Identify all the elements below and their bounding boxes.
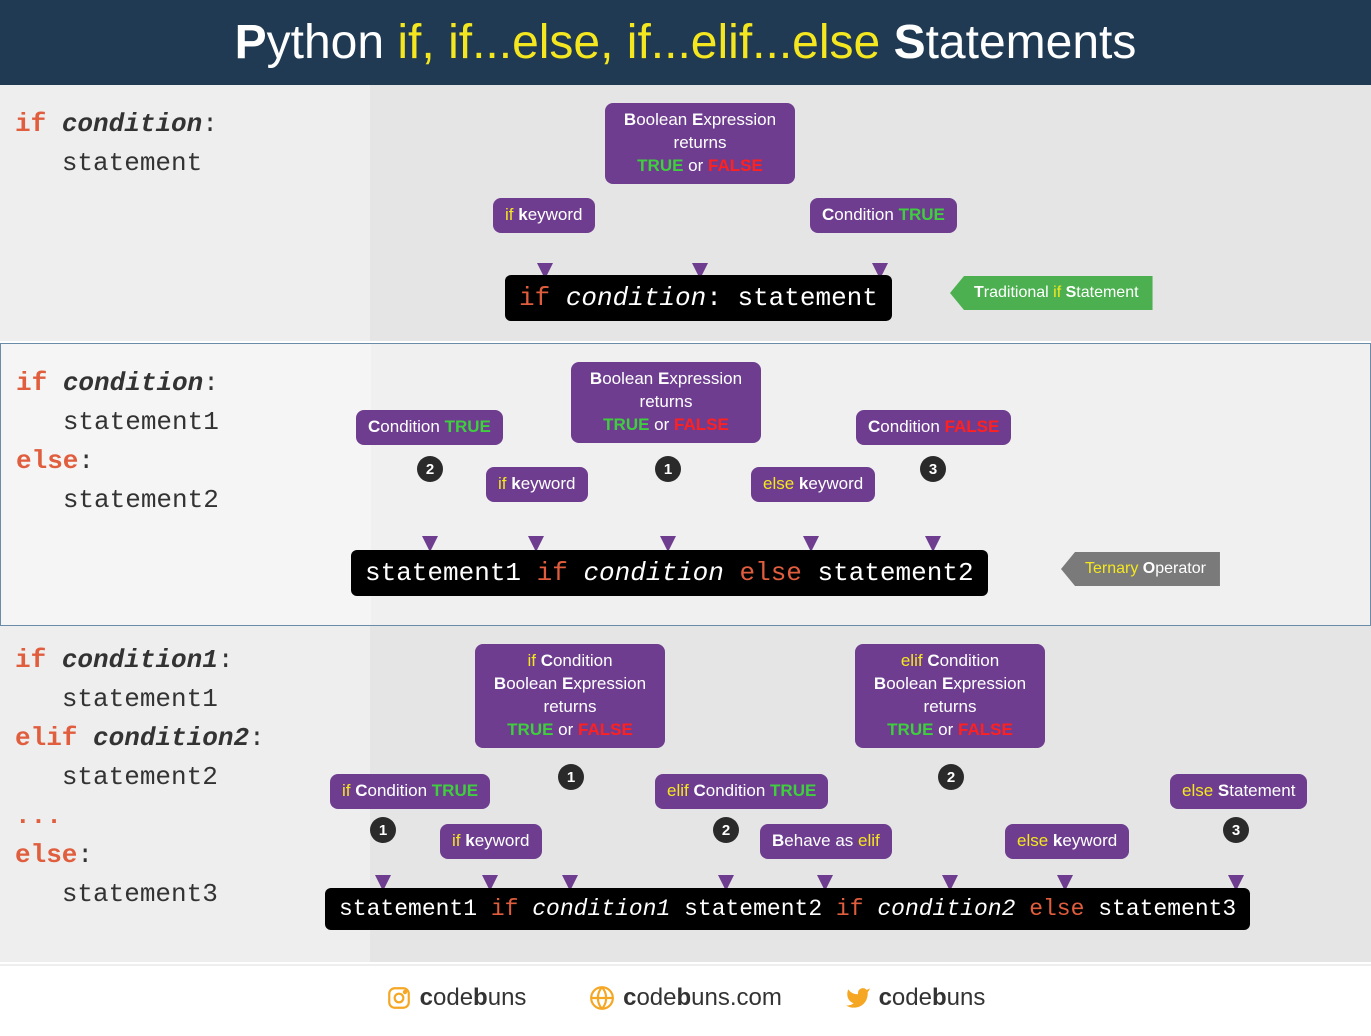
arrow-icon <box>690 181 710 279</box>
arrow-icon <box>560 790 580 891</box>
arrow-icon <box>1055 856 1075 891</box>
section-if-elif-else: if condition1: statement1 elif condition… <box>0 626 1371 964</box>
arrow-icon <box>420 482 440 552</box>
tag-ternary: Ternary Operator <box>1061 552 1220 586</box>
arrow-icon <box>526 500 546 552</box>
box-condition-true: Condition TRUE <box>810 198 957 233</box>
box-condition-false: Condition FALSE <box>856 410 1011 445</box>
footer: codebuns codebuns.com codebuns <box>0 964 1371 1036</box>
tag-traditional: Traditional if Statement <box>950 276 1153 310</box>
twitter-icon <box>845 985 871 1011</box>
arrow-icon <box>1226 843 1246 891</box>
box-else-stmt: else Statement <box>1170 774 1307 809</box>
num-badge: 2 <box>713 817 739 843</box>
box-if-keyword: if keyword <box>440 824 542 859</box>
box-else-keyword: else keyword <box>1005 824 1129 859</box>
arrow-icon <box>815 856 835 891</box>
arrow-icon <box>940 790 960 891</box>
box-if-keyword: if keyword <box>486 467 588 502</box>
num-badge: 1 <box>558 764 584 790</box>
box-bool-expr: Boolean Expression returns TRUE or FALSE <box>571 362 761 443</box>
box-elif-cond-true: elif Condition TRUE <box>655 774 828 809</box>
codebar-if-elif-else: statement1 if condition1 statement2 if c… <box>325 888 1250 930</box>
box-if-keyword: if keyword <box>493 198 595 233</box>
num-badge: 3 <box>1223 817 1249 843</box>
section-if: if condition: statement Boolean Expressi… <box>0 85 1371 343</box>
website-link[interactable]: codebuns.com <box>589 984 782 1012</box>
box-condition-true: Condition TRUE <box>356 410 503 445</box>
num-badge: 2 <box>938 764 964 790</box>
page-title: Python if, if...else, if...elif...else S… <box>0 0 1371 85</box>
num-badge: 1 <box>370 817 396 843</box>
code-if: if condition: statement <box>0 85 370 341</box>
arrow-icon <box>716 843 736 891</box>
box-else-keyword: else keyword <box>751 467 875 502</box>
arrow-icon <box>480 856 500 891</box>
globe-icon <box>589 985 615 1011</box>
instagram-icon <box>386 985 412 1011</box>
code-if-elif-else: if condition1: statement1 elif condition… <box>0 626 370 962</box>
arrow-icon <box>870 231 890 279</box>
codebar-if-else: statement1 if condition else statement2 <box>351 550 988 596</box>
arrow-icon <box>535 231 555 279</box>
twitter-link[interactable]: codebuns <box>845 984 986 1012</box>
codebar-if: if condition: statement <box>505 275 892 321</box>
arrow-icon <box>373 843 393 891</box>
num-badge: 1 <box>655 456 681 482</box>
box-elif-bool: elif Condition Boolean Expression return… <box>855 644 1045 748</box>
num-badge: 3 <box>920 456 946 482</box>
arrow-icon <box>658 482 678 552</box>
arrow-icon <box>923 482 943 552</box>
box-behave-elif: Behave as elif <box>760 824 892 859</box>
box-if-bool: if Condition Boolean Expression returns … <box>475 644 665 748</box>
num-badge: 2 <box>417 456 443 482</box>
code-if-else: if condition: statement1 else: statement… <box>1 344 371 625</box>
instagram-link[interactable]: codebuns <box>386 984 527 1012</box>
box-bool-expr: Boolean Expression returns TRUE or FALSE <box>605 103 795 184</box>
box-if-cond-true: if Condition TRUE <box>330 774 490 809</box>
arrow-icon <box>801 500 821 552</box>
section-if-else: if condition: statement1 else: statement… <box>0 343 1371 626</box>
